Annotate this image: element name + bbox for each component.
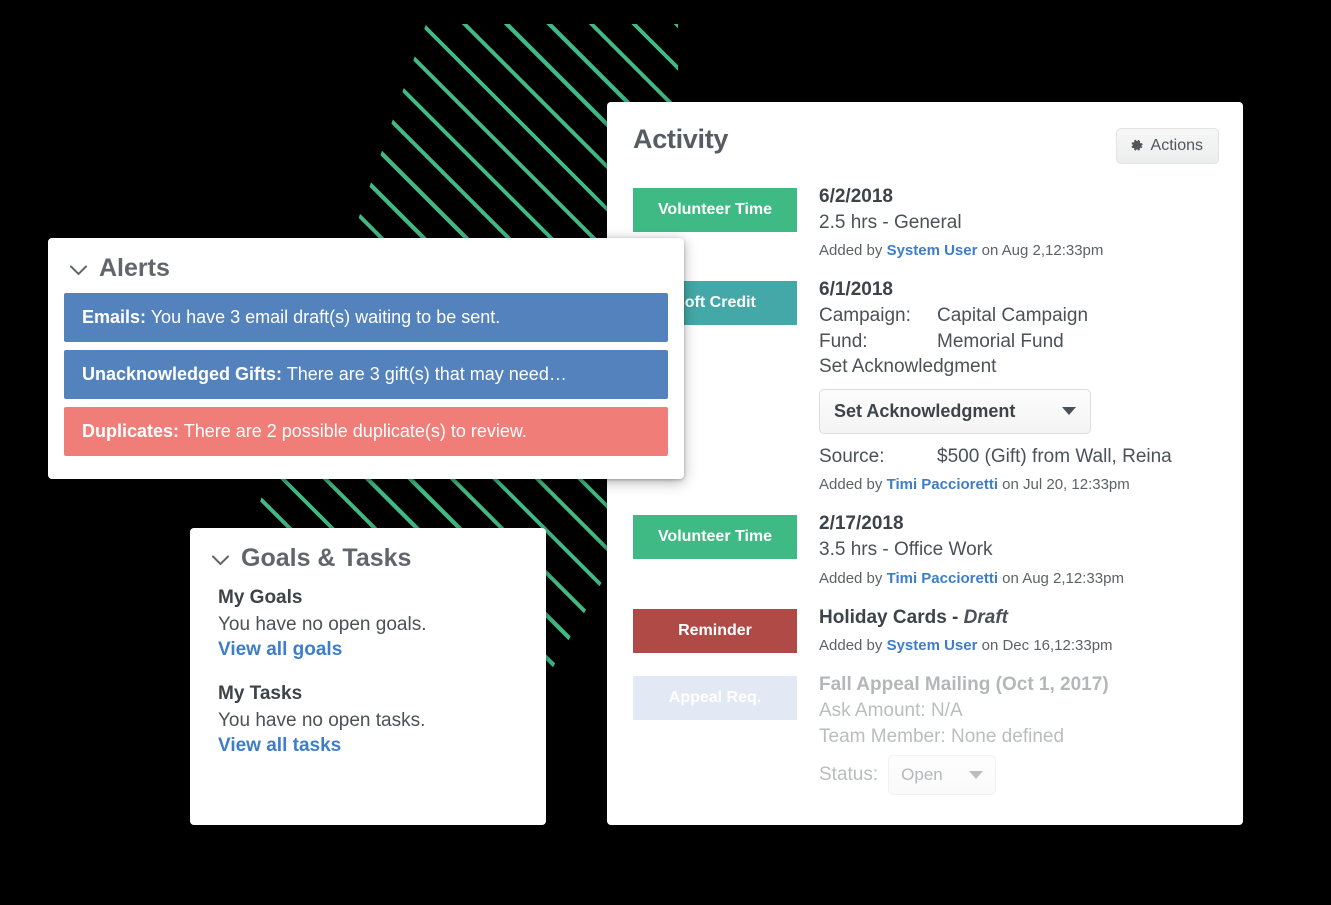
view-all-tasks-link[interactable]: View all tasks	[218, 735, 341, 757]
activity-row-badge-column: Volunteer Time	[633, 511, 797, 588]
alert-label: Unacknowledged Gifts:	[82, 364, 283, 384]
added-prefix: Added by	[819, 476, 887, 494]
page-title: Activity	[633, 124, 729, 154]
chevron-down-icon[interactable]	[212, 553, 229, 566]
field-key: Source:	[819, 445, 885, 467]
activity-date: 6/2/2018	[819, 186, 893, 207]
set-acknowledgment-select[interactable]: Set Acknowledgment	[819, 388, 1091, 434]
my-goals-heading: My Goals	[218, 587, 303, 608]
activity-detail: 2.5 hrs - General	[819, 211, 962, 233]
actions-button-label: Actions	[1150, 137, 1203, 154]
appeal-status-select[interactable]: Open	[888, 755, 997, 796]
activity-field-fund: Fund: Memorial Fund	[819, 329, 1219, 355]
chevron-down-icon	[1062, 407, 1076, 416]
added-prefix: Added by	[819, 242, 887, 260]
alerts-header[interactable]: Alerts	[48, 238, 684, 293]
field-value: Capital Campaign	[937, 304, 1089, 326]
set-acknowledgment-text: Set Acknowledgment	[819, 356, 997, 378]
activity-row: Soft Credit 6/1/2018 Campaign: Capital C…	[607, 269, 1243, 503]
activity-date: 6/1/2018	[819, 279, 893, 301]
field-key: Campaign:	[819, 304, 911, 326]
gear-icon	[1130, 139, 1144, 153]
activity-meta: Added by System User on Dec 16,12:33pm	[819, 635, 1219, 656]
added-by-user-link[interactable]: System User	[887, 242, 978, 259]
reminder-status: Draft	[963, 606, 1008, 628]
activity-header: Activity Actions	[607, 102, 1243, 170]
activity-row: Reminder Holiday Cards - Draft Added by …	[607, 597, 1243, 665]
field-key: Fund:	[819, 330, 868, 352]
activity-field-source: Source: $500 (Gift) from Wall, Reina	[819, 444, 1219, 470]
appeal-status-select-value: Open	[901, 765, 943, 785]
badge-reminder[interactable]: Reminder	[633, 608, 797, 653]
added-suffix: on Aug 2,12:33pm	[998, 569, 1124, 587]
activity-row-badge-column: Appeal Req.	[633, 672, 797, 795]
chevron-down-icon	[969, 771, 984, 780]
my-tasks-heading: My Tasks	[218, 683, 303, 704]
alert-item-duplicates[interactable]: Duplicates: There are 2 possible duplica…	[64, 407, 668, 456]
goals-tasks-header[interactable]: Goals & Tasks	[190, 528, 546, 583]
alerts-list: Emails: You have 3 email draft(s) waitin…	[48, 293, 684, 470]
chevron-down-icon[interactable]	[70, 263, 87, 276]
added-prefix: Added by	[819, 637, 887, 655]
appeal-ask-amount: Ask Amount: N/A	[819, 700, 963, 722]
activity-row-body: Holiday Cards - Draft Added by System Us…	[797, 605, 1219, 657]
appeal-status-row: Status: Open	[819, 755, 1219, 796]
alert-text: There are 2 possible duplicate(s) to rev…	[179, 421, 527, 441]
badge-appeal-req[interactable]: Appeal Req.	[633, 676, 797, 721]
my-goals-group: My Goals You have no open goals. View al…	[218, 587, 518, 661]
actions-button[interactable]: Actions	[1115, 128, 1219, 164]
goals-tasks-title: Goals & Tasks	[241, 544, 412, 572]
field-value: $500 (Gift) from Wall, Reina	[937, 445, 1172, 467]
activity-row-body: Fall Appeal Mailing (Oct 1, 2017) Ask Am…	[797, 672, 1219, 796]
alerts-title: Alerts	[99, 254, 170, 282]
goals-tasks-panel: Goals & Tasks My Goals You have no open …	[190, 528, 546, 825]
alert-item-unacknowledged-gifts[interactable]: Unacknowledged Gifts: There are 3 gift(s…	[64, 350, 668, 399]
field-value: Memorial Fund	[937, 330, 1064, 352]
activity-row-body: 6/2/2018 2.5 hrs - General Added by Syst…	[797, 184, 1219, 261]
appeal-team-member: Team Member: None defined	[819, 725, 1065, 747]
activity-meta: Added by Timi Paccioretti on Aug 2,12:33…	[819, 568, 1219, 589]
activity-meta: Added by System User on Aug 2,12:33pm	[819, 240, 1219, 261]
activity-row-body: 6/1/2018 Campaign: Capital Campaign Fund…	[797, 277, 1219, 495]
badge-volunteer-time[interactable]: Volunteer Time	[633, 515, 797, 560]
added-suffix: on Jul 20, 12:33pm	[998, 476, 1130, 494]
added-by-user-link[interactable]: Timi Paccioretti	[887, 570, 998, 587]
page-root: Activity Actions Volunteer Time 6/2/2018…	[0, 0, 1331, 905]
reminder-title: Holiday Cards -	[819, 606, 964, 628]
my-goals-empty-text: You have no open goals.	[218, 614, 427, 635]
added-by-user-link[interactable]: System User	[887, 637, 978, 654]
alert-item-emails[interactable]: Emails: You have 3 email draft(s) waitin…	[64, 293, 668, 342]
appeal-status-label: Status:	[819, 764, 879, 786]
added-prefix: Added by	[819, 569, 887, 587]
alert-text: You have 3 email draft(s) waiting to be …	[146, 307, 501, 327]
added-suffix: on Aug 2,12:33pm	[977, 242, 1104, 260]
alert-text: There are 3 gift(s) that may need…	[282, 364, 567, 384]
activity-panel: Activity Actions Volunteer Time 6/2/2018…	[607, 102, 1243, 825]
alert-label: Emails:	[82, 307, 147, 327]
appeal-title: Fall Appeal Mailing (Oct 1, 2017)	[819, 674, 1109, 696]
added-suffix: on Dec 16,12:33pm	[977, 637, 1113, 655]
added-by-user-link[interactable]: Timi Paccioretti	[887, 476, 998, 493]
activity-row-badge-column: Reminder	[633, 605, 797, 657]
activity-detail: 3.5 hrs - Office Work	[819, 539, 993, 561]
activity-row-list: Volunteer Time 6/2/2018 2.5 hrs - Genera…	[607, 170, 1243, 803]
my-tasks-empty-text: You have no open tasks.	[218, 710, 426, 731]
badge-volunteer-time[interactable]: Volunteer Time	[633, 188, 797, 232]
activity-row: Appeal Req. Fall Appeal Mailing (Oct 1, …	[607, 664, 1243, 803]
alert-label: Duplicates:	[82, 421, 180, 441]
activity-row-body: 2/17/2018 3.5 hrs - Office Work Added by…	[797, 511, 1219, 588]
view-all-goals-link[interactable]: View all goals	[218, 639, 342, 661]
my-tasks-group: My Tasks You have no open tasks. View al…	[218, 683, 518, 757]
activity-field-campaign: Campaign: Capital Campaign	[819, 303, 1219, 329]
activity-meta: Added by Timi Paccioretti on Jul 20, 12:…	[819, 474, 1219, 495]
goals-tasks-body: My Goals You have no open goals. View al…	[190, 583, 546, 757]
activity-row: Volunteer Time 6/2/2018 2.5 hrs - Genera…	[607, 176, 1243, 269]
activity-title-line: Holiday Cards - Draft	[819, 605, 1219, 631]
activity-date: 2/17/2018	[819, 513, 904, 535]
activity-row: Volunteer Time 2/17/2018 3.5 hrs - Offic…	[607, 503, 1243, 596]
alerts-panel: Alerts Emails: You have 3 email draft(s)…	[48, 238, 684, 479]
set-acknowledgment-select-value: Set Acknowledgment	[834, 400, 1016, 421]
